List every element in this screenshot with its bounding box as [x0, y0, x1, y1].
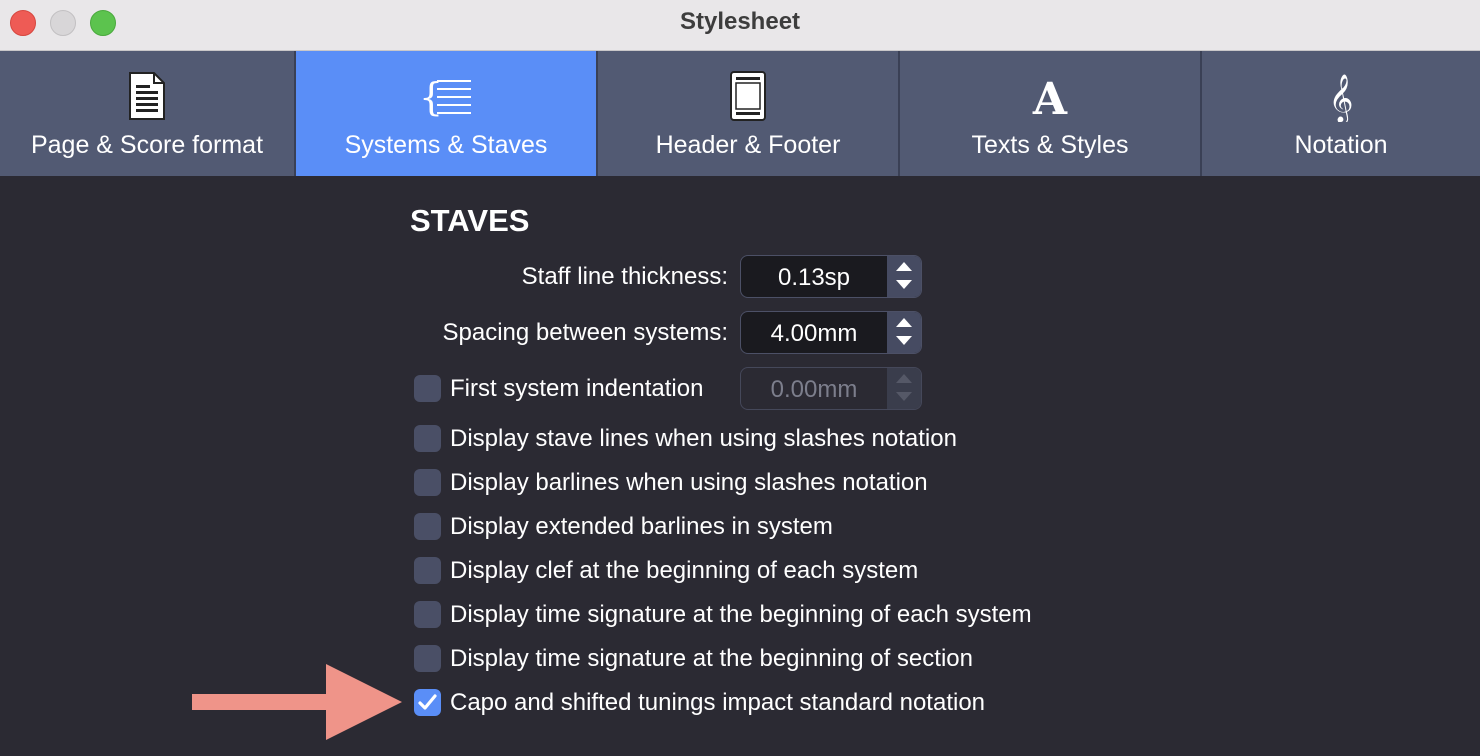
annotation-arrow-icon: [192, 664, 402, 740]
spacing-between-systems-label: Spacing between systems:: [442, 319, 728, 346]
treble-clef-icon: 𝄞: [1202, 71, 1480, 122]
spacing-between-systems-input[interactable]: 4.00mm: [741, 312, 887, 353]
svg-text:𝄞: 𝄞: [1329, 73, 1354, 122]
checkmark-icon: [418, 694, 437, 710]
tab-bar: Page & Score format { Systems & Staves H…: [0, 51, 1480, 176]
decrement-arrow-icon[interactable]: [896, 280, 912, 289]
tab-label: Header & Footer: [655, 131, 841, 159]
checkbox-label: Display time signature at the beginning …: [450, 645, 973, 672]
time-signature-section-checkbox[interactable]: [414, 645, 441, 672]
first-system-indentation-input: 0.00mm: [770, 376, 858, 403]
staff-line-thickness-stepper[interactable]: 0.13sp: [740, 255, 922, 298]
header-footer-page-icon: [598, 71, 898, 121]
checkbox-label: Capo and shifted tunings impact standard…: [450, 689, 986, 716]
time-signature-each-system-checkbox[interactable]: [414, 601, 441, 628]
increment-arrow-icon[interactable]: [896, 318, 912, 327]
tab-systems-staves[interactable]: { Systems & Staves: [296, 51, 598, 176]
tab-texts-styles[interactable]: A Texts & Styles: [900, 51, 1202, 176]
checkbox-label: Display barlines when using slashes nota…: [450, 469, 928, 496]
checkbox-label: Display clef at the beginning of each sy…: [450, 557, 919, 584]
stave-lines-slashes-checkbox[interactable]: [414, 425, 441, 452]
tab-page-score-format[interactable]: Page & Score format: [0, 51, 296, 176]
tab-label: Texts & Styles: [971, 131, 1129, 159]
staff-line-thickness-label: Staff line thickness:: [521, 263, 728, 290]
decrement-arrow-icon[interactable]: [896, 336, 912, 345]
spacing-between-systems-stepper[interactable]: 4.00mm: [740, 311, 922, 354]
stepper-arrows: [887, 368, 921, 409]
first-system-indentation-stepper: 0.00mm: [740, 367, 922, 410]
decrement-arrow-icon: [896, 392, 912, 401]
checkbox-label: Display extended barlines in system: [450, 513, 833, 540]
title-bar: Stylesheet: [0, 0, 1480, 51]
stepper-arrows[interactable]: [887, 312, 921, 353]
clef-each-system-checkbox[interactable]: [414, 557, 441, 584]
barlines-slashes-checkbox[interactable]: [414, 469, 441, 496]
svg-text:A: A: [1032, 74, 1068, 118]
tab-label: Systems & Staves: [344, 131, 548, 159]
extended-barlines-checkbox[interactable]: [414, 513, 441, 540]
first-system-indentation-label: First system indentation: [450, 375, 704, 402]
checkbox-label: Display stave lines when using slashes n…: [450, 425, 957, 452]
stepper-arrows[interactable]: [887, 256, 921, 297]
systems-brace-staves-icon: {: [296, 71, 596, 121]
increment-arrow-icon: [896, 374, 912, 383]
capo-shifted-tunings-checkbox[interactable]: [414, 689, 441, 716]
tab-label: Page & Score format: [30, 131, 264, 159]
tab-notation[interactable]: 𝄞 Notation: [1202, 51, 1480, 176]
letter-a-icon: A: [900, 71, 1200, 121]
staff-line-thickness-input[interactable]: 0.13sp: [741, 256, 887, 297]
checkbox-label: Display time signature at the beginning …: [450, 601, 1032, 628]
page-document-icon: [0, 71, 294, 121]
tab-header-footer[interactable]: Header & Footer: [598, 51, 900, 176]
tab-label: Notation: [1294, 131, 1388, 159]
increment-arrow-icon[interactable]: [896, 262, 912, 271]
window-title: Stylesheet: [679, 8, 801, 35]
first-system-indentation-checkbox[interactable]: [414, 375, 441, 402]
section-title-staves: STAVES: [410, 203, 530, 238]
